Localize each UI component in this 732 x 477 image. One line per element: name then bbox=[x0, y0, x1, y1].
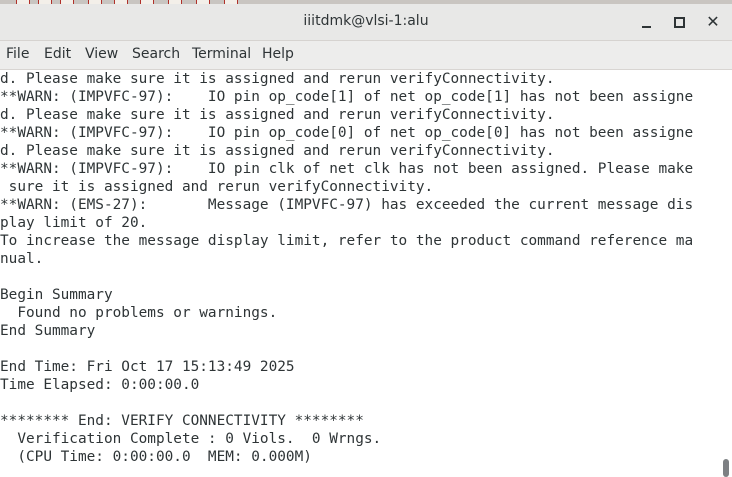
vertical-scrollbar[interactable] bbox=[720, 70, 732, 477]
terminal-line: **WARN: (EMS-27): Message (IMPVFC-97) ha… bbox=[0, 197, 694, 213]
terminal-line: nual. bbox=[0, 251, 44, 267]
terminal-window: iiitdmk@vlsi-1:alu ✕ File Edit View Sear… bbox=[0, 0, 732, 477]
terminal-line: Verification Complete : 0 Viols. 0 Wrngs… bbox=[0, 431, 382, 447]
minimize-button[interactable] bbox=[636, 11, 658, 33]
menu-bar: File Edit View Search Terminal Help bbox=[0, 41, 732, 70]
terminal-lines: d. Please make sure it is assigned and r… bbox=[0, 70, 693, 466]
maximize-icon bbox=[674, 17, 685, 28]
terminal-line: play limit of 20. bbox=[0, 215, 148, 231]
terminal-line: d. Please make sure it is assigned and r… bbox=[0, 107, 555, 123]
terminal-line: Time Elapsed: 0:00:00.0 bbox=[0, 377, 200, 393]
terminal-output[interactable]: d. Please make sure it is assigned and r… bbox=[0, 70, 720, 477]
terminal-line: **WARN: (IMPVFC-97): IO pin clk of net c… bbox=[0, 161, 694, 177]
menu-file[interactable]: File bbox=[6, 46, 29, 62]
terminal-line: ******** End: VERIFY CONNECTIVITY ******… bbox=[0, 413, 364, 429]
menu-help[interactable]: Help bbox=[262, 46, 294, 62]
terminal-line: Begin Summary bbox=[0, 287, 113, 303]
title-bar[interactable]: iiitdmk@vlsi-1:alu ✕ bbox=[0, 4, 732, 41]
minimize-icon bbox=[642, 26, 651, 28]
terminal-line: (CPU Time: 0:00:00.0 MEM: 0.000M) bbox=[0, 449, 312, 465]
menu-search[interactable]: Search bbox=[132, 46, 180, 62]
terminal-line: Found no problems or warnings. bbox=[0, 305, 278, 321]
menu-edit[interactable]: Edit bbox=[44, 46, 71, 62]
close-button[interactable]: ✕ bbox=[702, 11, 724, 33]
menu-terminal[interactable]: Terminal bbox=[192, 46, 251, 62]
maximize-button[interactable] bbox=[668, 11, 690, 33]
terminal-line: **WARN: (IMPVFC-97): IO pin op_code[0] o… bbox=[0, 125, 694, 141]
terminal-line: d. Please make sure it is assigned and r… bbox=[0, 71, 555, 87]
terminal-line: End Time: Fri Oct 17 15:13:49 2025 bbox=[0, 359, 295, 375]
close-icon: ✕ bbox=[706, 12, 720, 31]
terminal-line: **WARN: (IMPVFC-97): IO pin op_code[1] o… bbox=[0, 89, 694, 105]
terminal-line: To increase the message display limit, r… bbox=[0, 233, 694, 249]
window-title: iiitdmk@vlsi-1:alu bbox=[303, 13, 429, 29]
terminal-line: sure it is assigned and rerun verifyConn… bbox=[0, 179, 434, 195]
terminal-line: End Summary bbox=[0, 323, 96, 339]
menu-view[interactable]: View bbox=[85, 46, 118, 62]
terminal-line: d. Please make sure it is assigned and r… bbox=[0, 143, 555, 159]
scrollbar-thumb[interactable] bbox=[723, 459, 729, 477]
